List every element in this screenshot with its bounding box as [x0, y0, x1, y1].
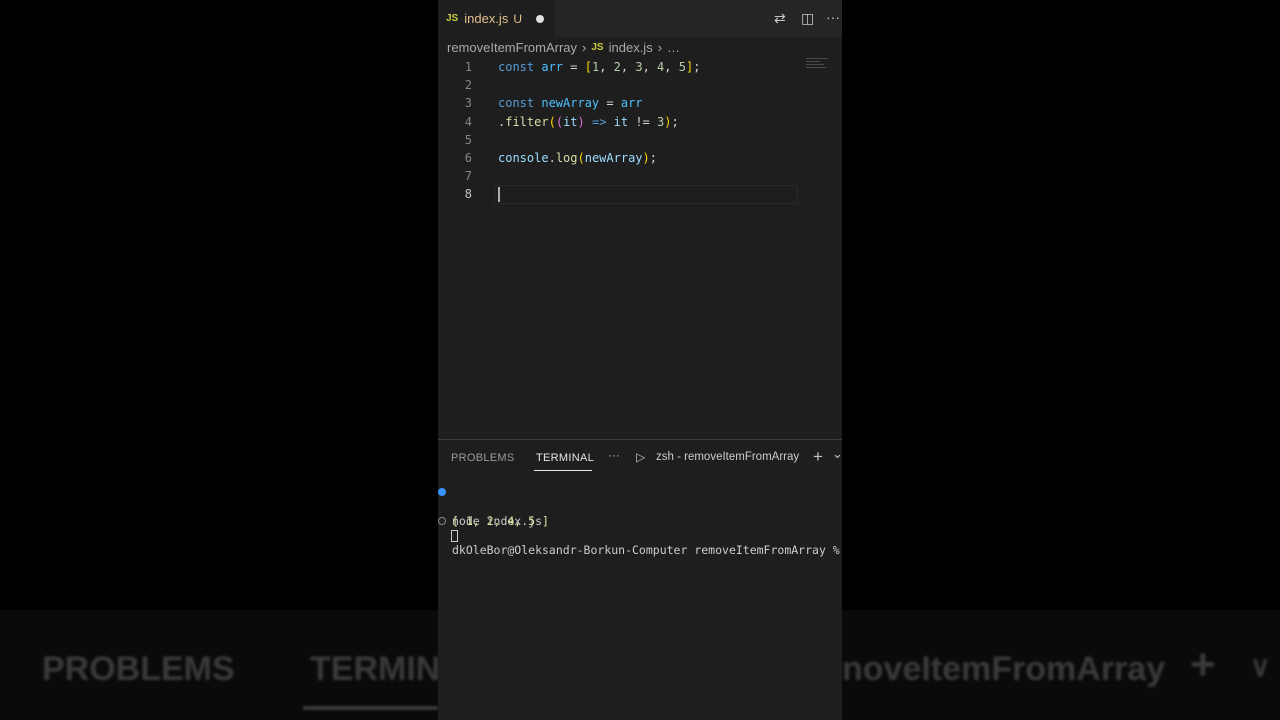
- panel-tab-bar: PROBLEMS TERMINAL ··· ▷ zsh - removeItem…: [438, 440, 842, 476]
- terminal-line: [438, 529, 842, 544]
- tab-git-status: U: [513, 11, 522, 26]
- breadcrumb: removeItemFromArray › JS index.js › …: [447, 40, 680, 55]
- background-blur-problems: PROBLEMS: [42, 650, 235, 688]
- code-text: const arr = [1, 2, 3, 4, 5];: [498, 60, 701, 74]
- background-blur-plus: +: [1190, 640, 1216, 689]
- more-actions-icon[interactable]: ···: [826, 9, 840, 25]
- line-number: 1: [464, 60, 472, 74]
- code-line: 3 const newArray = arr: [438, 94, 842, 112]
- terminal-shell-name[interactable]: zsh - removeItemFromArray: [656, 451, 799, 463]
- add-terminal-icon[interactable]: +: [813, 447, 823, 467]
- command-idle-dot-icon: [438, 517, 446, 525]
- line-number: 3: [464, 96, 472, 111]
- line-number: 7: [464, 169, 472, 184]
- breadcrumb-ellipsis[interactable]: …: [667, 40, 680, 55]
- bottom-panel: PROBLEMS TERMINAL ··· ▷ zsh - removeItem…: [438, 439, 842, 720]
- code-line: 1 const arr = [1, 2, 3, 4, 5];: [438, 58, 842, 76]
- current-line-highlight: [494, 185, 798, 205]
- background-blur-chevron: ∨: [1250, 651, 1271, 682]
- code-text: .filter((it) => it != 3);: [498, 114, 679, 129]
- line-number: 2: [464, 78, 472, 93]
- terminal-prompt: dkOleBor@Oleksandr-Borkun-Computer remov…: [452, 543, 840, 557]
- tab-index-js[interactable]: JS index.js U: [438, 0, 554, 37]
- line-number: 6: [464, 150, 472, 165]
- tab-bar: JS index.js U ⇄ ◫ ···: [438, 0, 842, 37]
- code-text: const newArray = arr: [498, 96, 643, 111]
- tab-filename: index.js: [464, 11, 509, 26]
- code-line: 6 console.log(newArray);: [438, 149, 842, 167]
- terminal-shell-icon: ▷: [636, 450, 646, 464]
- code-line: 4 .filter((it) => it != 3);: [438, 113, 842, 131]
- code-editor[interactable]: 1 const arr = [1, 2, 3, 4, 5]; 2 3 const…: [438, 58, 842, 205]
- text-cursor: [498, 187, 500, 203]
- line-number: 8: [464, 187, 472, 202]
- tab-terminal[interactable]: TERMINAL: [536, 452, 594, 464]
- chevron-right-icon: ›: [657, 40, 663, 55]
- breadcrumb-folder[interactable]: removeItemFromArray: [447, 40, 577, 55]
- code-text: console.log(newArray);: [498, 150, 657, 165]
- background-blur-underline: [303, 706, 438, 710]
- background-blur-shell: noveItemFromArray: [842, 650, 1166, 688]
- js-file-icon: JS: [591, 42, 604, 53]
- terminal-line: [ 1, 2, 4, 5 ]: [438, 500, 842, 528]
- line-number: 4: [464, 114, 472, 129]
- terminal-cursor: [451, 529, 458, 542]
- line-number: 5: [464, 132, 472, 147]
- breadcrumb-file[interactable]: index.js: [609, 40, 653, 55]
- tab-problems[interactable]: PROBLEMS: [451, 452, 515, 464]
- command-success-dot-icon[interactable]: [438, 488, 446, 496]
- chevron-down-icon[interactable]: ⌄: [832, 446, 842, 462]
- chevron-right-icon: ›: [582, 40, 587, 55]
- background-blur-terminal: TERMIN: [310, 650, 441, 688]
- more-icon[interactable]: ···: [608, 450, 620, 462]
- open-changes-icon[interactable]: ⇄: [774, 10, 786, 27]
- split-editor-icon[interactable]: ◫: [801, 10, 814, 27]
- code-line-current: 8: [438, 185, 842, 205]
- code-line: 5: [438, 131, 842, 149]
- active-tab-underline: [534, 470, 592, 471]
- js-file-icon: JS: [446, 13, 459, 24]
- code-line: 2: [438, 76, 842, 94]
- unsaved-dot-icon[interactable]: [535, 14, 544, 23]
- terminal-line: node index.js: [438, 485, 842, 528]
- minimap[interactable]: [806, 58, 830, 72]
- editor-window: JS index.js U ⇄ ◫ ··· removeItemFromArra…: [438, 0, 842, 720]
- terminal-line: dkOleBor@Oleksandr-Borkun-Computer remov…: [438, 514, 842, 557]
- code-line: 7: [438, 167, 842, 185]
- terminal-output[interactable]: node index.js [ 1, 2, 4, 5 ] dkOleBor@Ol…: [438, 485, 842, 557]
